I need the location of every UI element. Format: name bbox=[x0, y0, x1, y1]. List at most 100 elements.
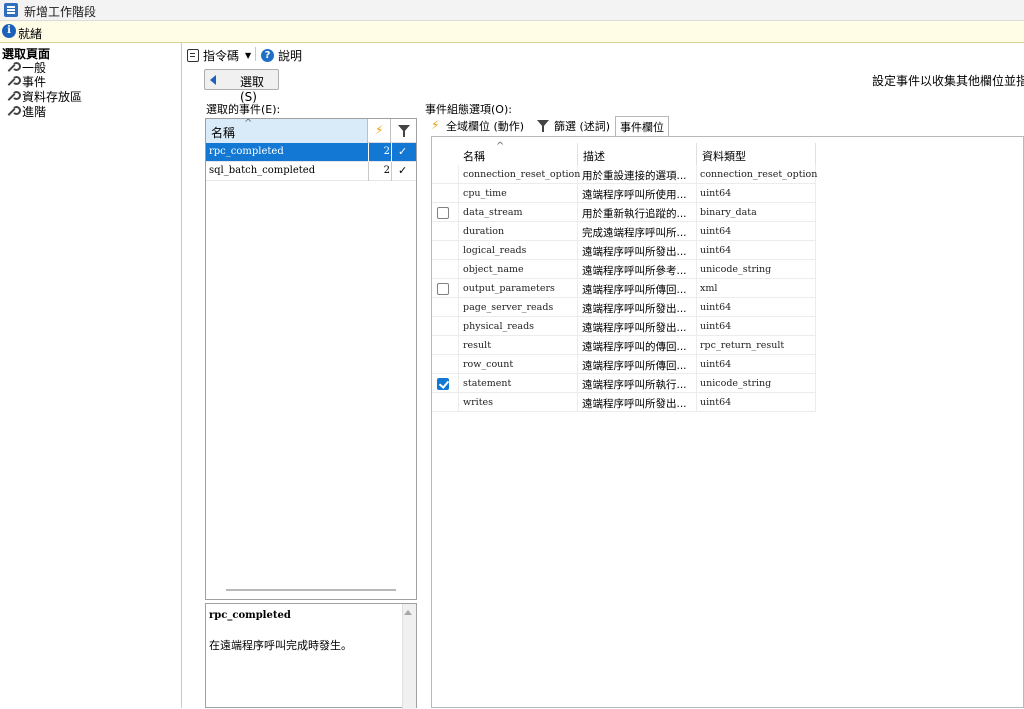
help-button[interactable]: ? 說明 bbox=[261, 47, 302, 64]
field-description: 完成遠端程序呼叫所... bbox=[582, 227, 687, 239]
sort-ascending-icon: ^ bbox=[496, 141, 505, 152]
cell-divider bbox=[458, 317, 459, 336]
field-name: logical_reads bbox=[463, 245, 527, 256]
cell-divider bbox=[696, 336, 697, 355]
cell-divider bbox=[696, 393, 697, 412]
tab-label: 事件欄位 bbox=[620, 121, 664, 134]
nav-item-advanced[interactable]: 進階 bbox=[6, 104, 46, 119]
field-row[interactable]: page_server_reads 遠端程序呼叫所發出... uint64 bbox=[432, 298, 816, 317]
field-row[interactable]: object_name 遠端程序呼叫所參考... unicode_string bbox=[432, 260, 816, 279]
help-label: 說明 bbox=[278, 49, 303, 63]
field-row[interactable]: duration 完成遠端程序呼叫所... uint64 bbox=[432, 222, 816, 241]
field-name: statement bbox=[463, 378, 512, 389]
column-header-actions[interactable] bbox=[369, 119, 391, 143]
column-header-data-type[interactable]: 資料類型 bbox=[697, 143, 816, 165]
tab-global-fields[interactable]: 全域欄位 (動作) bbox=[427, 116, 528, 136]
event-description-box: rpc_completed 在遠端程序呼叫完成時發生。 bbox=[205, 603, 417, 709]
nav-item-data-storage[interactable]: 資料存放區 bbox=[6, 89, 82, 104]
field-row[interactable]: cpu_time 遠端程序呼叫所使用... uint64 bbox=[432, 184, 816, 203]
field-data-type: uint64 bbox=[700, 359, 732, 370]
field-row[interactable]: connection_reset_option 用於重設連接的選項... conne… bbox=[432, 165, 818, 184]
field-data-type: connection_reset_option bbox=[700, 169, 818, 180]
cell-divider bbox=[577, 222, 578, 241]
cell-divider bbox=[815, 222, 816, 241]
field-data-type: rpc_return_result bbox=[700, 340, 785, 351]
field-name: output_parameters bbox=[463, 283, 555, 294]
event-action-count: 2 bbox=[383, 165, 390, 176]
tab-label: 篩選 (述詞) bbox=[554, 120, 611, 133]
cell-divider bbox=[815, 355, 816, 374]
field-row[interactable]: physical_reads 遠端程序呼叫所發出... uint64 bbox=[432, 317, 816, 336]
cell-divider bbox=[696, 317, 697, 336]
cell-divider bbox=[577, 203, 578, 222]
title-bar: 新增工作階段 bbox=[0, 0, 1024, 21]
tab-filter[interactable]: 篩選 (述詞) bbox=[533, 116, 614, 136]
field-name: data_stream bbox=[463, 207, 523, 218]
tab-event-fields[interactable]: 事件欄位 bbox=[615, 116, 669, 137]
field-row[interactable]: writes 遠端程序呼叫所發出... uint64 bbox=[432, 393, 816, 412]
field-row[interactable]: data_stream 用於重新執行追蹤的... binary_data bbox=[432, 203, 816, 222]
cell-divider bbox=[815, 241, 816, 260]
cell-divider bbox=[815, 336, 816, 355]
column-header-field-name[interactable]: 名稱 ^ bbox=[458, 141, 578, 165]
horizontal-scrollbar[interactable] bbox=[226, 589, 396, 591]
cell-divider bbox=[696, 374, 697, 393]
app-icon bbox=[4, 3, 18, 17]
wrench-icon bbox=[6, 91, 21, 102]
event-row-rpc-completed[interactable]: rpc_completed 2 ✓ bbox=[206, 143, 416, 162]
description-body: 在遠端程序呼叫完成時發生。 bbox=[209, 639, 352, 652]
cell-divider bbox=[696, 260, 697, 279]
field-data-type: uint64 bbox=[700, 188, 732, 199]
field-row[interactable]: row_count 遠端程序呼叫所傳回... uint64 bbox=[432, 355, 816, 374]
field-row[interactable]: logical_reads 遠端程序呼叫所發出... uint64 bbox=[432, 241, 816, 260]
cell-divider bbox=[458, 298, 459, 317]
cell-divider bbox=[577, 241, 578, 260]
cell-divider bbox=[458, 260, 459, 279]
field-row[interactable]: result 遠端程序呼叫的傳回... rpc_return_result bbox=[432, 336, 816, 355]
status-text: 就緒 bbox=[18, 27, 43, 41]
field-checkbox[interactable] bbox=[437, 207, 449, 219]
field-description: 遠端程序呼叫所執行... bbox=[582, 379, 687, 391]
column-header-name[interactable]: 名稱 ^ bbox=[206, 118, 368, 143]
field-data-type: unicode_string bbox=[700, 378, 772, 389]
info-icon: i bbox=[2, 24, 16, 38]
cell-divider bbox=[458, 336, 459, 355]
field-description: 遠端程序呼叫所發出... bbox=[582, 398, 687, 410]
field-data-type: uint64 bbox=[700, 245, 732, 256]
field-description: 遠端程序呼叫的傳回... bbox=[582, 341, 687, 353]
lightning-icon bbox=[375, 123, 385, 138]
cell-divider bbox=[815, 317, 816, 336]
wrench-icon bbox=[6, 76, 21, 87]
vertical-scrollbar[interactable] bbox=[402, 604, 416, 709]
field-row[interactable]: statement 遠端程序呼叫所執行... unicode_string bbox=[432, 374, 816, 393]
script-label: 指令碼 bbox=[203, 49, 240, 63]
field-description: 用於重設連接的選項... bbox=[582, 170, 687, 182]
dropdown-arrow-icon: ▼ bbox=[245, 51, 252, 60]
field-data-type: binary_data bbox=[700, 207, 757, 218]
cell-divider bbox=[696, 355, 697, 374]
event-row-sql-batch-completed[interactable]: sql_batch_completed 2 ✓ bbox=[206, 162, 416, 181]
cell-divider bbox=[696, 184, 697, 203]
script-button[interactable]: 指令碼 ▼ bbox=[187, 47, 251, 64]
cell-divider bbox=[696, 298, 697, 317]
nav-item-events[interactable]: 事件 bbox=[6, 74, 46, 89]
cell-divider bbox=[696, 203, 697, 222]
scroll-up-icon[interactable] bbox=[404, 610, 412, 615]
nav-item-label: 進階 bbox=[22, 105, 47, 119]
tab-label: 全域欄位 (動作) bbox=[446, 120, 525, 133]
selected-events-list[interactable]: 名稱 ^ rpc_completed 2 ✓ sql_batch_complet… bbox=[205, 118, 417, 600]
cell-divider bbox=[815, 298, 816, 317]
select-button[interactable]: 選取(S) bbox=[204, 69, 279, 104]
cell-divider bbox=[577, 374, 578, 393]
field-checkbox[interactable] bbox=[437, 378, 449, 390]
column-header-filter[interactable] bbox=[392, 119, 416, 143]
cell-divider bbox=[696, 222, 697, 241]
field-checkbox[interactable] bbox=[437, 283, 449, 295]
cell-divider bbox=[696, 165, 697, 184]
script-icon bbox=[187, 49, 199, 62]
field-row[interactable]: output_parameters 遠端程序呼叫所傳回... xml bbox=[432, 279, 816, 298]
cell-divider bbox=[577, 298, 578, 317]
cell-divider bbox=[815, 279, 816, 298]
column-header-description[interactable]: 描述 bbox=[578, 143, 697, 165]
cell-divider bbox=[815, 374, 816, 393]
